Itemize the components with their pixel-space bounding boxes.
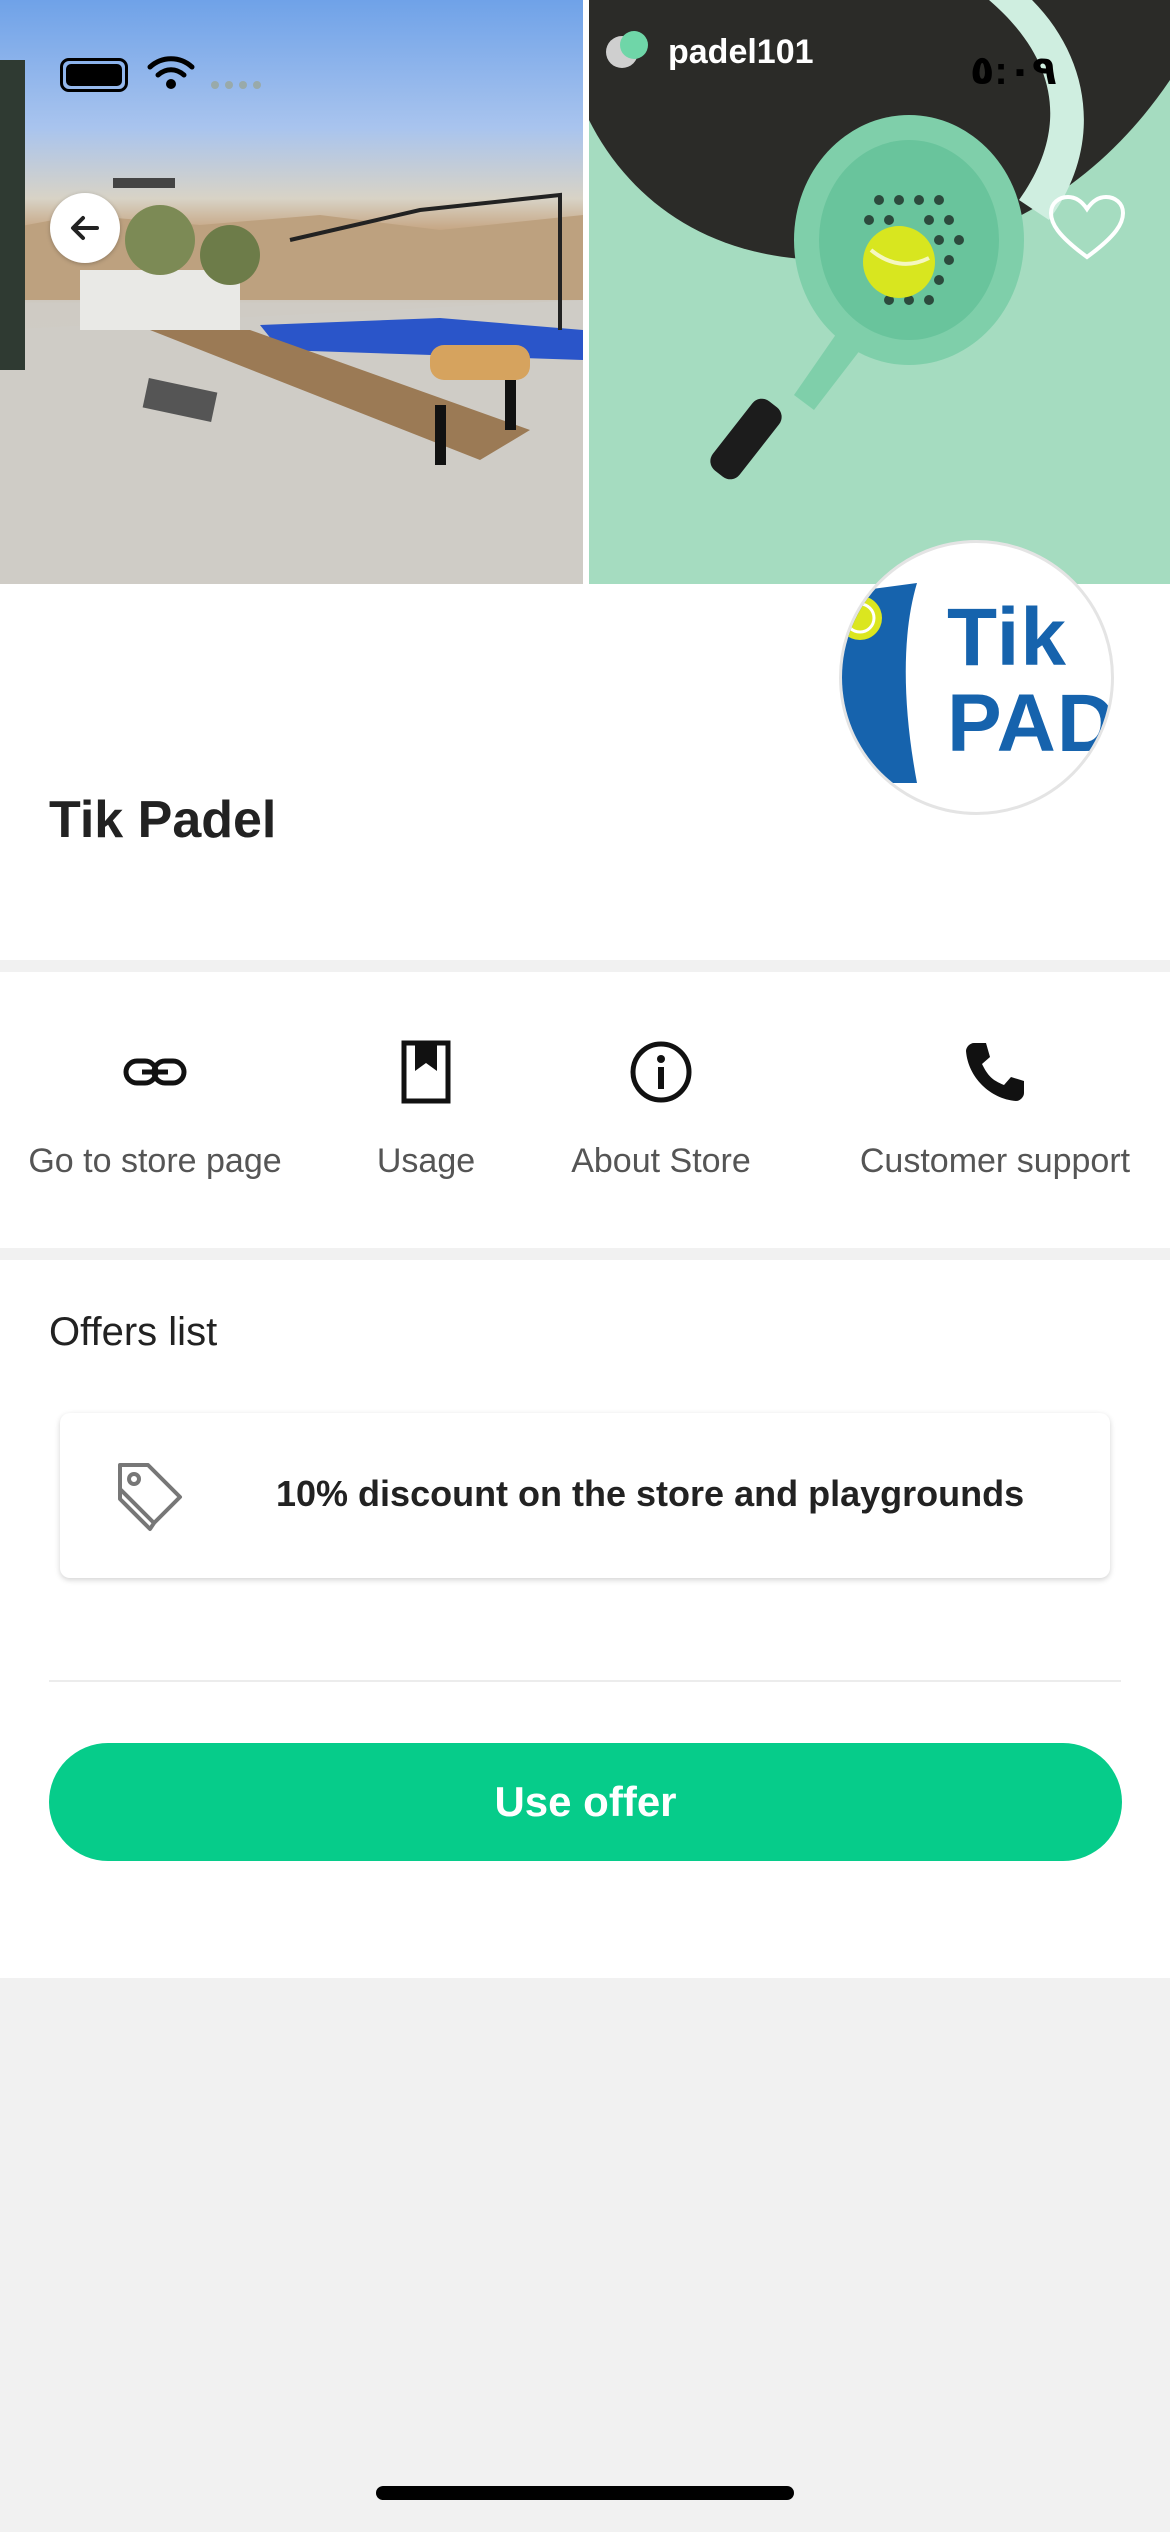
padel101-brand: padel101 [668, 33, 814, 71]
action-label: About Store [571, 1142, 751, 1180]
tag-icon [118, 1463, 182, 1531]
go-to-store-page-button[interactable]: Go to store page [0, 972, 310, 1248]
store-actions-bar: Go to store page Usage About Store Custo… [0, 972, 1170, 1248]
logo-text-line1: Tik [947, 592, 1067, 683]
wifi-icon [147, 56, 195, 89]
store-name: Tik Padel [49, 791, 277, 849]
bookmark-icon [401, 1040, 451, 1104]
home-indicator[interactable] [376, 2486, 794, 2500]
action-label: Go to store page [28, 1142, 282, 1180]
store-logo: Tik PAD [839, 540, 1114, 815]
about-store-button[interactable]: About Store [550, 972, 772, 1248]
back-button[interactable] [50, 193, 120, 263]
offers-section: Offers list 10% discount on the store an… [0, 1260, 1170, 1978]
action-label: Usage [376, 1142, 476, 1180]
store-header-image: padel101 ٥:٠٩ [0, 0, 1170, 584]
battery-icon [60, 58, 128, 92]
arrow-left-icon [71, 216, 99, 240]
link-icon [123, 1058, 187, 1086]
signal-icon [211, 81, 261, 89]
info-icon [630, 1041, 692, 1103]
offer-card[interactable]: 10% discount on the store and playground… [60, 1413, 1110, 1578]
divider [49, 1680, 1121, 1682]
action-label: Customer support [859, 1142, 1131, 1180]
status-bar: padel101 ٥:٠٩ [0, 0, 1170, 140]
heart-icon[interactable] [1047, 193, 1127, 263]
offer-description: 10% discount on the store and playground… [276, 1473, 1025, 1514]
customer-support-button[interactable]: Customer support [830, 972, 1160, 1248]
offers-list-title: Offers list [49, 1310, 218, 1354]
logo-text-line2: PAD [947, 678, 1114, 769]
usage-button[interactable]: Usage [356, 972, 496, 1248]
phone-icon [966, 1043, 1024, 1101]
status-time: ٥:٠٩ [970, 49, 1057, 93]
use-offer-button[interactable]: Use offer [49, 1743, 1122, 1861]
